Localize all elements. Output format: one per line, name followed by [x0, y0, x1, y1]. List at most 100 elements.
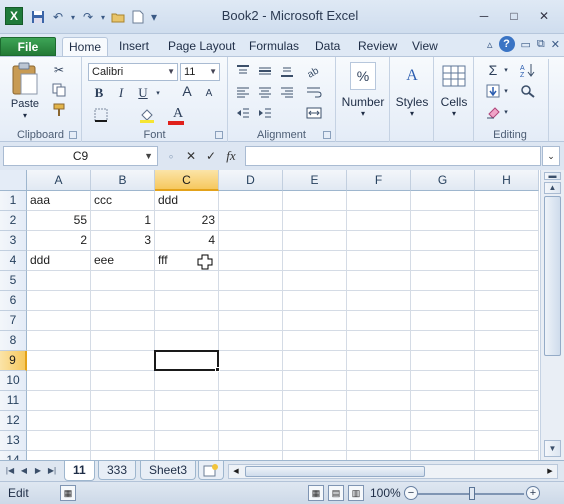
cell-e12[interactable] [283, 411, 347, 431]
cell-f7[interactable] [347, 311, 411, 331]
cell-b3[interactable]: 3 [91, 231, 155, 251]
name-box[interactable]: C9 ▼ [3, 146, 158, 166]
cell-c6[interactable] [155, 291, 219, 311]
cells-label[interactable]: Cells [434, 95, 474, 109]
cell-d13[interactable] [219, 431, 283, 451]
prev-sheet-icon[interactable]: ◀ [18, 464, 30, 478]
cell-h11[interactable] [475, 391, 539, 411]
cell-f1[interactable] [347, 191, 411, 211]
cell-e7[interactable] [283, 311, 347, 331]
select-all-corner[interactable] [0, 170, 27, 191]
new-document-icon[interactable] [128, 7, 148, 27]
cell-e1[interactable] [283, 191, 347, 211]
cell-h13[interactable] [475, 431, 539, 451]
font-size-select[interactable]: 11 ▼ [180, 63, 220, 81]
minimize-icon[interactable]: ─ [470, 6, 498, 26]
cell-b9[interactable] [91, 351, 155, 371]
cell-d2[interactable] [219, 211, 283, 231]
cell-b4[interactable]: eee [91, 251, 155, 271]
cell-h4[interactable] [475, 251, 539, 271]
decrease-indent-icon[interactable] [234, 105, 252, 121]
underline-button[interactable]: U [134, 84, 152, 102]
cell-g14[interactable] [411, 451, 475, 460]
row-header-14[interactable]: 14 [0, 451, 27, 460]
cell-d10[interactable] [219, 371, 283, 391]
font-launcher-icon[interactable] [215, 131, 223, 139]
cell-d7[interactable] [219, 311, 283, 331]
tab-file[interactable]: File [0, 37, 56, 56]
scroll-down-icon[interactable]: ▼ [544, 440, 561, 457]
cell-e4[interactable] [283, 251, 347, 271]
cell-h7[interactable] [475, 311, 539, 331]
cell-a11[interactable] [27, 391, 91, 411]
cell-h1[interactable] [475, 191, 539, 211]
horizontal-scrollbar[interactable]: ◀ ▶ [228, 464, 558, 479]
cell-a5[interactable] [27, 271, 91, 291]
grow-font-button[interactable]: A [178, 82, 196, 100]
cell-b12[interactable] [91, 411, 155, 431]
cell-c11[interactable] [155, 391, 219, 411]
cell-f8[interactable] [347, 331, 411, 351]
cell-f12[interactable] [347, 411, 411, 431]
cell-f14[interactable] [347, 451, 411, 460]
page-layout-view-icon[interactable]: ▤ [328, 485, 344, 501]
cell-g5[interactable] [411, 271, 475, 291]
align-middle-icon[interactable] [256, 63, 274, 79]
copy-icon[interactable] [50, 82, 68, 98]
cell-f13[interactable] [347, 431, 411, 451]
cell-c3[interactable]: 4 [155, 231, 219, 251]
align-left-icon[interactable] [234, 84, 252, 100]
cell-e11[interactable] [283, 391, 347, 411]
italic-button[interactable]: I [112, 84, 130, 102]
sheet-tab-sheet3[interactable]: Sheet3 [140, 461, 197, 480]
cell-c7[interactable] [155, 311, 219, 331]
cell-h8[interactable] [475, 331, 539, 351]
cell-a2[interactable]: 55 [27, 211, 91, 231]
autosum-dropdown-icon[interactable]: ▾ [502, 61, 510, 79]
column-header-a[interactable]: A [27, 170, 91, 191]
cell-c10[interactable] [155, 371, 219, 391]
tab-formulas[interactable]: Formulas [243, 37, 305, 56]
cell-a9[interactable] [27, 351, 91, 371]
cell-d5[interactable] [219, 271, 283, 291]
confirm-entry-button[interactable]: ✓ [202, 147, 220, 165]
cell-a6[interactable] [27, 291, 91, 311]
tab-home[interactable]: Home [62, 37, 109, 56]
cell-a4[interactable]: ddd [27, 251, 91, 271]
merge-center-icon[interactable] [304, 105, 324, 121]
align-center-icon[interactable] [256, 84, 274, 100]
cell-e3[interactable] [283, 231, 347, 251]
row-header-13[interactable]: 13 [0, 431, 27, 451]
scroll-up-icon[interactable]: ▲ [544, 182, 561, 194]
cell-a13[interactable] [27, 431, 91, 451]
cell-f4[interactable] [347, 251, 411, 271]
scroll-right-icon[interactable]: ▶ [544, 466, 556, 477]
formula-input[interactable] [245, 146, 541, 166]
tab-page-layout[interactable]: Page Layout [162, 37, 241, 56]
fill-icon[interactable] [484, 82, 502, 100]
cell-c5[interactable] [155, 271, 219, 291]
column-header-g[interactable]: G [411, 170, 475, 191]
row-header-12[interactable]: 12 [0, 411, 27, 431]
column-header-f[interactable]: F [347, 170, 411, 191]
number-format-icon[interactable]: % [350, 62, 376, 90]
redo-dropdown-icon[interactable]: ▾ [98, 7, 108, 27]
split-box-icon[interactable]: ▬ [544, 172, 561, 180]
vertical-scroll-thumb[interactable] [544, 196, 561, 356]
worksheet-grid[interactable]: A B C D E F G H 1 aaa ccc ddd 2 55 1 23 3 2 3 4 4 ddd eee fff 5 6… [0, 170, 540, 460]
cell-g12[interactable] [411, 411, 475, 431]
tab-view[interactable]: View [406, 37, 444, 56]
align-right-icon[interactable] [278, 84, 296, 100]
cell-e9[interactable] [283, 351, 347, 371]
cell-f3[interactable] [347, 231, 411, 251]
cell-g2[interactable] [411, 211, 475, 231]
number-dropdown-icon[interactable]: ▾ [336, 109, 390, 118]
bold-button[interactable]: B [90, 84, 108, 102]
cell-b11[interactable] [91, 391, 155, 411]
cell-e13[interactable] [283, 431, 347, 451]
cell-g4[interactable] [411, 251, 475, 271]
cell-f11[interactable] [347, 391, 411, 411]
cell-d8[interactable] [219, 331, 283, 351]
sheet-tab-333[interactable]: 333 [98, 461, 137, 480]
cell-f10[interactable] [347, 371, 411, 391]
